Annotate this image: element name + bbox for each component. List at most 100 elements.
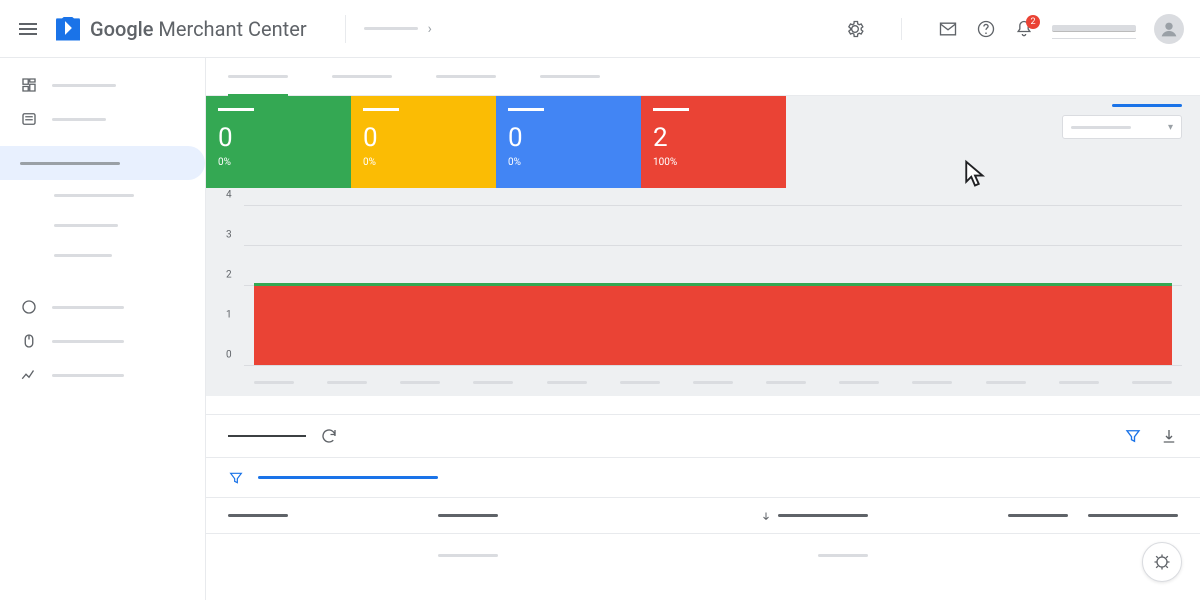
y-tick: 0 (226, 350, 232, 361)
bell-icon[interactable]: 2 (1014, 19, 1034, 39)
sidebar-item-diagnostics[interactable] (0, 146, 205, 180)
breadcrumb-item (364, 27, 418, 30)
sidebar-nav (0, 58, 206, 600)
line-active (254, 283, 1172, 286)
download-icon[interactable] (1160, 427, 1178, 445)
sidebar-item-label (52, 340, 124, 343)
kpi-card-active[interactable]: 0 0% (206, 96, 351, 188)
kpi-percent: 0% (363, 157, 484, 168)
caret-down-icon: ▾ (1168, 122, 1173, 133)
kpi-value: 2 (653, 125, 774, 151)
dropdown-label (1071, 126, 1131, 129)
chart-bars (254, 196, 1172, 366)
app-title: Google Merchant Center (90, 17, 307, 41)
filter-chip[interactable] (258, 476, 438, 479)
sidebar-item-marketing[interactable] (0, 290, 205, 324)
tab-label (332, 75, 392, 78)
y-tick: 4 (226, 190, 232, 201)
tab-label (228, 75, 288, 78)
status-chart: 0 1 2 3 4 (244, 196, 1182, 396)
issues-table-header (206, 498, 1200, 534)
sidebar-item-label (54, 254, 112, 257)
kpi-label (363, 108, 399, 111)
user-avatar[interactable] (1154, 14, 1184, 44)
mail-icon[interactable] (938, 19, 958, 39)
main-content: 0 0% 0 0% 0 0% 2 100% (206, 58, 1200, 600)
kpi-percent: 0% (218, 157, 339, 168)
filter-icon[interactable] (228, 470, 244, 486)
refresh-icon[interactable] (320, 427, 338, 445)
help-icon[interactable] (976, 19, 996, 39)
sidebar-item-performance[interactable] (0, 358, 205, 392)
app-header: Google Merchant Center › 2 (0, 0, 1200, 58)
hamburger-menu-icon[interactable] (16, 17, 40, 41)
tab-2[interactable] (332, 58, 392, 95)
chart-controls: ▾ (1062, 104, 1182, 139)
circle-icon (20, 298, 38, 316)
column-header[interactable] (868, 514, 1068, 517)
chart-link[interactable] (1112, 104, 1182, 107)
trend-icon (20, 366, 38, 384)
kpi-label (653, 108, 689, 111)
sub-tabs (206, 58, 1200, 96)
kpi-percent: 0% (508, 157, 629, 168)
date-range-dropdown[interactable]: ▾ (1062, 115, 1182, 139)
sidebar-item-dashboard[interactable] (0, 68, 205, 102)
sidebar-item-label (54, 194, 134, 197)
kpi-value: 0 (508, 125, 629, 151)
feedback-fab[interactable] (1142, 542, 1182, 582)
list-icon (20, 110, 38, 128)
separator (345, 15, 346, 43)
sidebar-item-label (52, 84, 116, 87)
sidebar-subitem-1[interactable] (0, 180, 205, 210)
search-input[interactable] (1052, 25, 1136, 32)
tab-label (540, 75, 600, 78)
chevron-right-icon: › (428, 21, 432, 37)
notification-badge: 2 (1026, 15, 1040, 29)
issues-header (206, 414, 1200, 458)
breadcrumb[interactable]: › (364, 21, 442, 37)
gear-icon[interactable] (845, 19, 865, 39)
table-row[interactable] (206, 534, 1200, 576)
dashboard-icon (20, 76, 38, 94)
kpi-card-expiring[interactable]: 0 0% (496, 96, 641, 188)
kpi-value: 0 (218, 125, 339, 151)
kpi-label (218, 108, 254, 111)
x-axis (254, 381, 1172, 384)
sidebar-item-products[interactable] (0, 102, 205, 136)
sidebar-item-label (52, 374, 124, 377)
sidebar-subitem-2[interactable] (0, 210, 205, 240)
column-header[interactable] (438, 514, 648, 517)
filter-icon[interactable] (1124, 427, 1142, 445)
active-filter-row (206, 458, 1200, 498)
column-header-sorted[interactable] (648, 510, 868, 522)
kpi-card-pending[interactable]: 0 0% (351, 96, 496, 188)
merchant-tag-icon (56, 17, 80, 41)
separator (901, 18, 902, 40)
kpi-chart-panel: 0 0% 0 0% 0 0% 2 100% (206, 96, 1200, 396)
sidebar-subitem-3[interactable] (0, 240, 205, 270)
app-logo[interactable]: Google Merchant Center (56, 17, 307, 41)
tab-4[interactable] (540, 58, 600, 95)
tab-label (436, 75, 496, 78)
column-header[interactable] (1068, 514, 1178, 517)
y-tick: 1 (226, 310, 232, 321)
kpi-value: 0 (363, 125, 484, 151)
tab-3[interactable] (436, 58, 496, 95)
kpi-percent: 100% (653, 157, 774, 168)
sidebar-item-growth[interactable] (0, 324, 205, 358)
bug-icon (1152, 552, 1172, 572)
header-actions: 2 (845, 14, 1184, 44)
kpi-cards: 0 0% 0 0% 0 0% 2 100% (206, 96, 1200, 188)
column-header[interactable] (228, 514, 438, 517)
sidebar-item-label (54, 224, 118, 227)
sidebar-item-label (20, 162, 120, 165)
sidebar-item-label (52, 306, 124, 309)
tab-1[interactable] (228, 58, 288, 95)
kpi-label (508, 108, 544, 111)
mouse-icon (20, 332, 38, 350)
kpi-card-disapproved[interactable]: 2 100% (641, 96, 786, 188)
section-title (228, 435, 306, 437)
bar-disapproved (254, 286, 1172, 366)
sidebar-item-label (52, 118, 106, 121)
